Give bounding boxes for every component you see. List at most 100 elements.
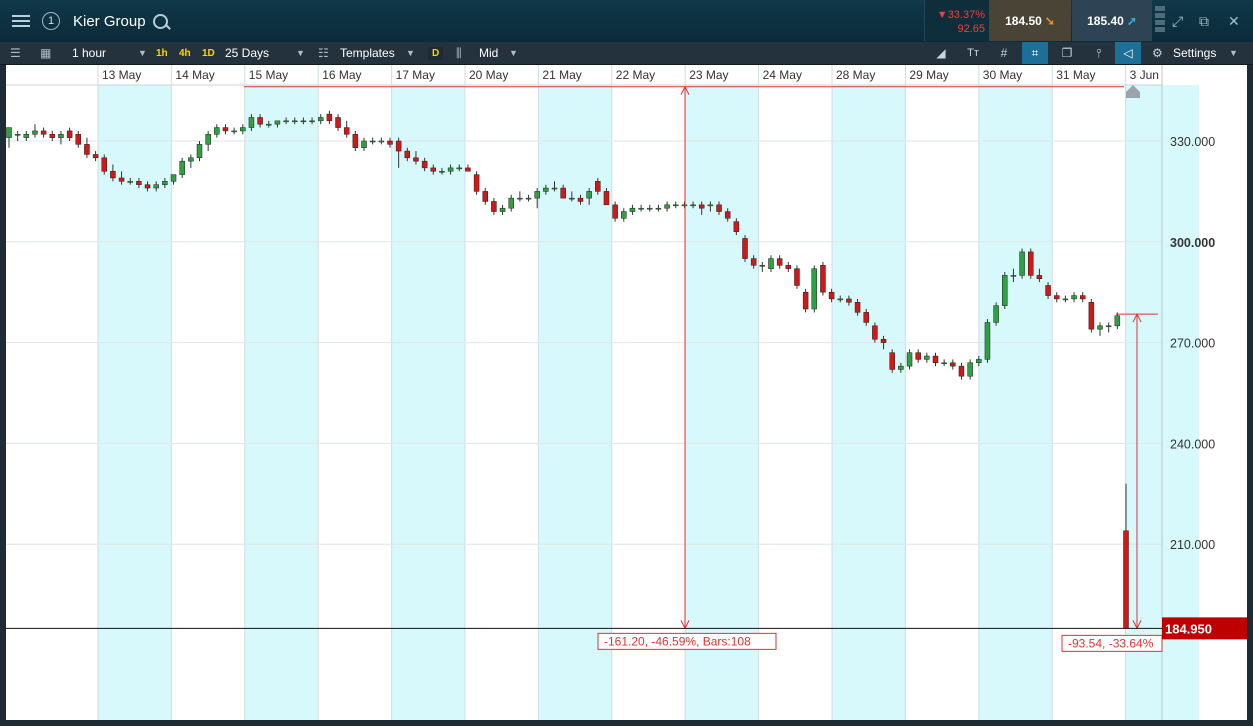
candle-body [274,120,281,125]
day-band [98,85,172,720]
date-label: 23 May [689,68,728,82]
candle-body [707,204,714,207]
candle-body [950,362,956,367]
price-tick-label: 210.000 [1170,538,1215,552]
candle-body [525,197,532,200]
price-tick-label: 270.000 [1170,337,1215,351]
date-label: 16 May [322,68,361,82]
candle-body [569,197,575,200]
chart-background [6,65,1247,720]
quick-1d-button[interactable]: 1D [202,42,215,64]
candle-body [92,154,99,159]
candle-body [759,265,766,267]
candle-body [1019,251,1025,276]
layout-icon[interactable]: ▦ [40,42,51,64]
popout-icon[interactable]: ⧉ [1199,13,1209,30]
candle-body [595,181,601,192]
label-icon[interactable]: ◁ [1115,42,1141,64]
price-tick-label: 240.000 [1170,437,1215,451]
range-select[interactable]: 25 Days [225,42,269,64]
day-band [391,85,465,720]
day-band [685,85,759,720]
candle-body [84,144,90,155]
chevron-down-icon[interactable]: ▼ [406,48,415,58]
candle-body [430,167,437,172]
sell-button[interactable]: 184.50 ➘ [989,0,1071,41]
chart-area[interactable]: 13 May 14 May 15 May 16 May 17 May 20 May 21 M… [6,65,1247,720]
candle-body [690,204,696,207]
candle-body [898,365,904,370]
candle-body [508,197,514,209]
candle-body [802,291,809,310]
draw-line-icon[interactable]: ◢ [930,42,952,64]
candle-body [127,181,133,183]
candle-body [976,359,982,364]
text-size-icon[interactable]: Tт [962,42,984,64]
chevron-down-icon[interactable]: ▼ [296,48,305,58]
day-band [832,85,906,720]
price-type-select[interactable]: Mid [479,42,498,64]
instrument-title[interactable]: Kier Group [73,13,146,30]
candle-body [283,120,289,123]
candle-body [750,258,757,266]
candle-body [716,204,722,212]
price-chart[interactable]: 13 May 14 May 15 May 16 May 17 May 20 May 21 M… [6,65,1247,720]
candle-body [1053,295,1060,300]
buy-button[interactable]: 185.40 ➚ [1072,0,1152,41]
candle-body [361,140,367,148]
quick-1h-button[interactable]: 1h [156,42,168,64]
close-icon[interactable]: ✕ [1228,13,1240,30]
settings-button[interactable]: Settings [1173,42,1216,64]
date-label: 13 May [102,68,141,82]
candle-body [872,325,878,340]
candle-body [6,127,12,138]
candle-body [811,268,818,310]
account-badge-icon[interactable]: 1 [40,0,62,42]
candle-body [75,134,82,145]
candle-body [880,338,887,343]
candle-body [205,134,211,145]
templates-button[interactable]: Templates [340,42,395,64]
date-label: 22 May [616,68,655,82]
hamburger-menu-icon[interactable] [8,0,34,42]
candle-body [58,134,64,138]
templates-icon: ☷ [318,46,329,60]
date-label: 15 May [249,68,288,82]
candle-body [49,134,56,138]
chevron-down-icon[interactable]: ▼ [1229,48,1238,58]
quick-4h-button[interactable]: 4h [179,42,191,64]
candle-body [1010,275,1017,277]
arrow-up-icon: ➚ [1126,13,1137,28]
day-band [978,85,1053,720]
candle-body [266,123,272,126]
candle-body [794,268,800,286]
list-icon[interactable]: ☰ [10,42,21,64]
grid-icon[interactable]: # [993,42,1015,64]
candle-body [439,170,445,173]
chevron-down-icon[interactable]: ▼ [138,48,147,58]
candle-body [612,204,618,219]
candle-body [941,362,947,365]
candle-body [854,302,861,313]
crosshair-icon[interactable]: ⌗ [1022,42,1048,64]
candle-body [326,113,333,122]
candle-body [1036,275,1043,280]
copy-icon[interactable]: ❐ [1056,42,1078,64]
top-bar: 1 Kier Group ▼33.37% 92.65 184.50 ➘ 185.4… [0,0,1253,43]
search-icon[interactable] [153,14,168,29]
candle-body [482,191,488,202]
chevron-down-icon[interactable]: ▼ [509,48,518,58]
candle-body [309,120,315,123]
gear-icon[interactable]: ⚙ [1152,42,1163,64]
candle-body [23,134,30,138]
d-button[interactable]: D [428,42,444,64]
candle-body [776,258,783,266]
expand-icon[interactable]: ⤢ [1172,13,1183,30]
interval-select[interactable]: 1 hour [72,42,106,64]
candle-body [473,174,480,192]
candle-body [413,157,419,162]
date-label: 17 May [396,68,435,82]
candle-body [742,238,748,259]
candle-body [222,127,229,132]
indicator-icon[interactable]: ⫯ [1088,42,1110,64]
